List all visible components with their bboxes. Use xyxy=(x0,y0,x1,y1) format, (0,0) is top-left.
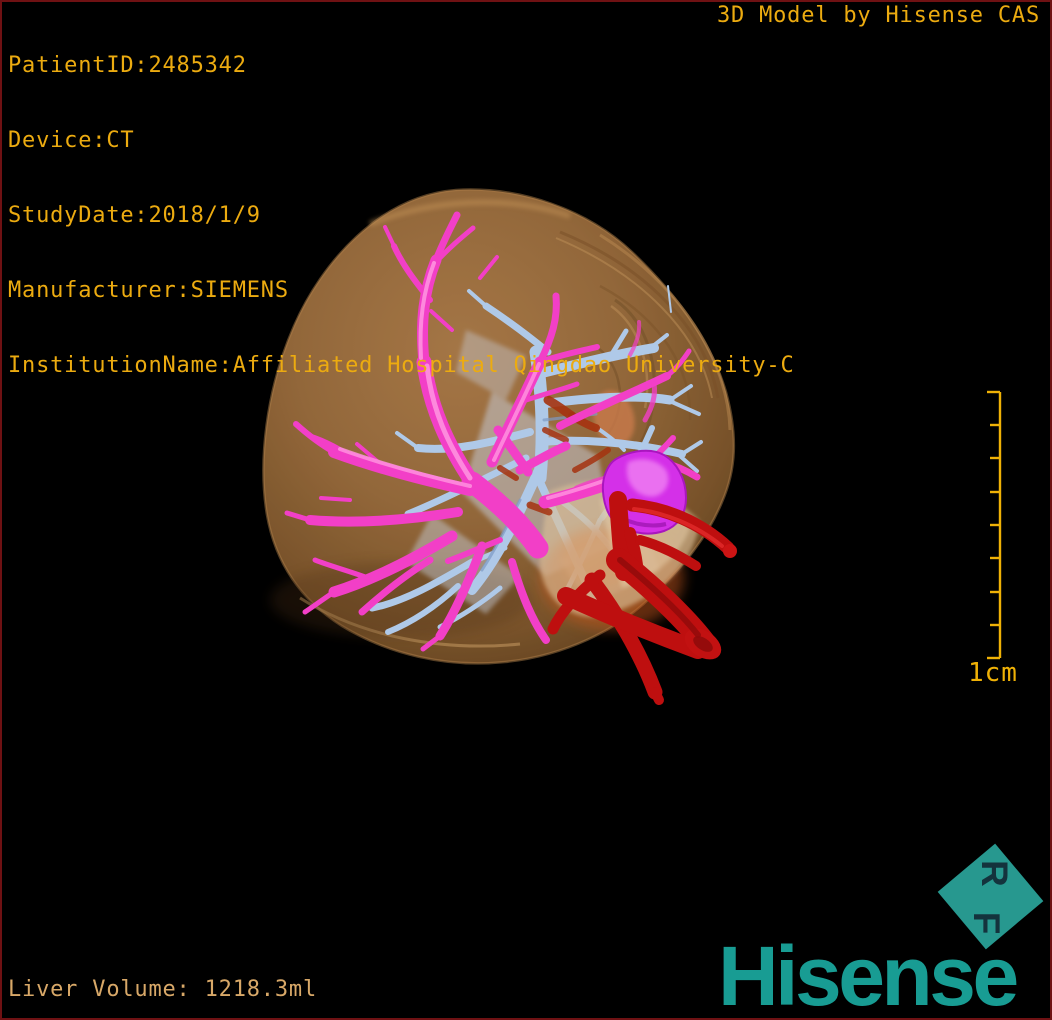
rf-letter-r: R xyxy=(974,859,1016,887)
viewer-window: PatientID:2485342 Device:CT StudyDate:20… xyxy=(0,0,1052,1020)
manufacturer-text: Manufacturer:SIEMENS xyxy=(8,278,289,303)
hisense-logo: Hisense xyxy=(718,936,1019,1016)
watermark-text: 3D Model by Hisense CAS xyxy=(716,3,1040,28)
institution-text: InstitutionName:Affiliated Hospital Qing… xyxy=(8,353,795,378)
rf-letter-f: F xyxy=(966,911,1008,935)
scale-bar xyxy=(987,390,1002,660)
scale-bar-label: 1cm xyxy=(968,658,1018,688)
patient-id-text: PatientID:2485342 xyxy=(8,53,247,78)
scale-bar-ruler xyxy=(987,390,1002,660)
device-text: Device:CT xyxy=(8,128,135,153)
patient-info-overlay: PatientID:2485342 Device:CT StudyDate:20… xyxy=(8,3,795,428)
rf-diamond: R F xyxy=(937,843,1044,950)
liver-volume-text: Liver Volume: 1218.3ml xyxy=(8,977,317,1002)
study-date-text: StudyDate:2018/1/9 xyxy=(8,203,261,228)
